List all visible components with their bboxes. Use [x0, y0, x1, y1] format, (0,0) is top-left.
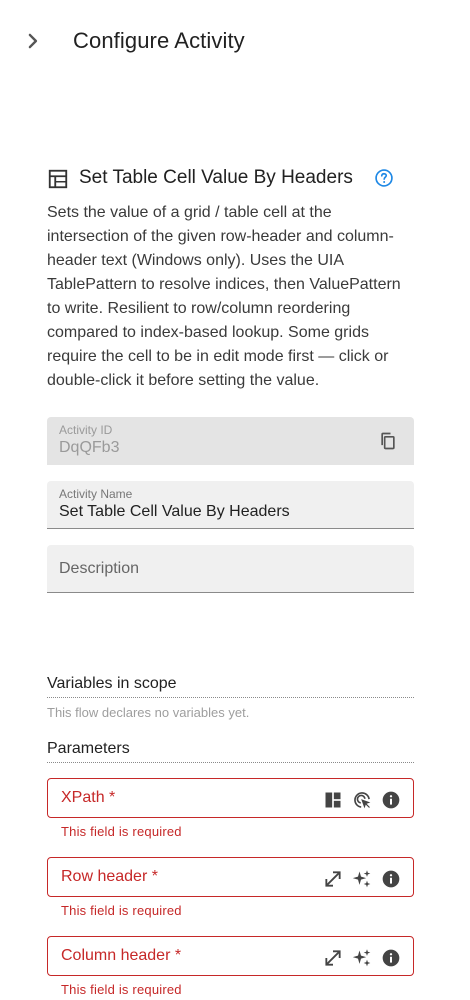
column-header-input[interactable]: Column header * [47, 936, 414, 976]
info-icon [382, 791, 400, 809]
xpath-input[interactable]: XPath * [47, 778, 414, 818]
xpath-error: This field is required [61, 824, 182, 839]
chevron-right-icon[interactable] [22, 30, 44, 52]
activity-name-field[interactable]: Activity Name Set Table Cell Value By He… [47, 481, 414, 529]
row-header-error: This field is required [61, 903, 182, 918]
expand-icon[interactable] [323, 869, 343, 889]
activity-id-label: Activity ID [59, 423, 113, 437]
activity-id-value: DqQFb3 [59, 439, 120, 456]
activity-heading: Set Table Cell Value By Headers [47, 165, 427, 193]
activity-title: Set Table Cell Value By Headers [79, 167, 353, 188]
row-header-input[interactable]: Row header * [47, 857, 414, 897]
description-placeholder: Description [59, 560, 140, 577]
variables-section-title: Variables in scope [47, 675, 414, 698]
info-icon [382, 949, 400, 967]
copy-icon[interactable] [378, 431, 398, 451]
row-header-label: Row header * [61, 868, 158, 885]
target-select-icon[interactable] [352, 790, 372, 810]
xpath-label: XPath * [61, 789, 116, 806]
column-header-error: This field is required [61, 982, 182, 997]
activity-id-field: Activity ID DqQFb3 [47, 417, 414, 465]
activity-name-label: Activity Name [59, 487, 133, 501]
expand-icon[interactable] [323, 948, 343, 968]
description-field[interactable]: Description [47, 545, 414, 593]
info-icon [382, 870, 400, 888]
variables-empty-note: This flow declares no variables yet. [47, 705, 250, 720]
parameters-section-title: Parameters [47, 740, 414, 763]
table-icon [48, 169, 68, 189]
app-header: Configure Activity [0, 0, 470, 84]
activity-name-value[interactable]: Set Table Cell Value By Headers [59, 503, 290, 521]
page-title: Configure Activity [73, 28, 245, 53]
sparkles-icon[interactable] [352, 948, 372, 968]
help-circle-icon[interactable] [374, 168, 394, 188]
column-header-label: Column header * [61, 947, 182, 964]
dashboard-layout-icon[interactable] [323, 790, 343, 810]
activity-description: Sets the value of a grid / table cell at… [47, 204, 401, 389]
sparkles-icon[interactable] [352, 869, 372, 889]
